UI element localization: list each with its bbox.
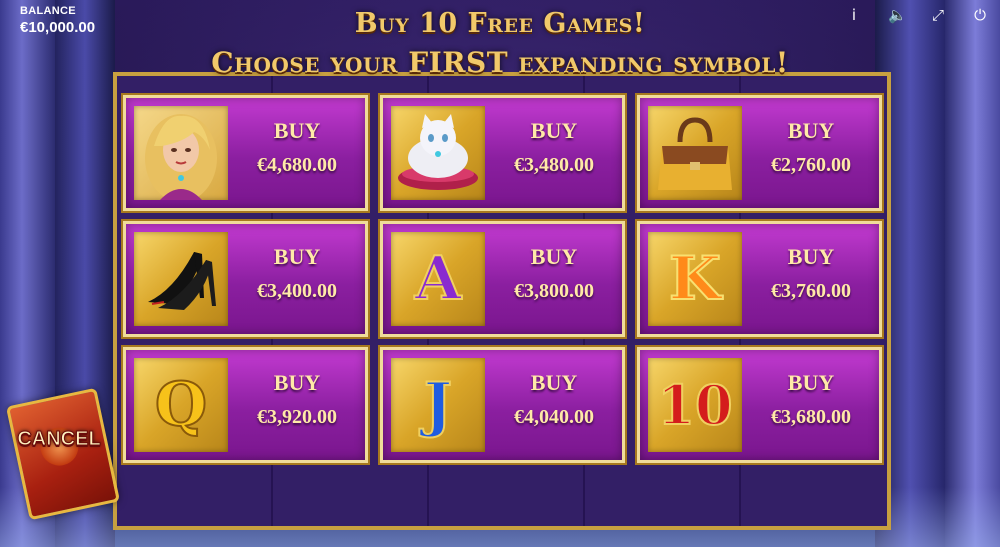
buy-tile-king[interactable]: K BUY €3,760.00 [637, 221, 882, 337]
price-value: €4,680.00 [257, 154, 337, 176]
price-value: €3,760.00 [771, 280, 851, 302]
price-value: €3,400.00 [257, 280, 337, 302]
buy-label: BUY [273, 244, 321, 269]
buy-label: BUY [273, 118, 321, 143]
price-value: €3,680.00 [771, 406, 851, 428]
ace-letter: A [414, 244, 463, 314]
buy-label: BUY [273, 370, 321, 395]
right-pillar [945, 0, 1000, 547]
buy-label: BUY [787, 370, 835, 395]
buy-tile-queen[interactable]: Q BUY €3,920.00 [123, 347, 368, 463]
jack-letter: J [423, 370, 453, 440]
cat-symbol [391, 106, 485, 200]
title-line-2: Choose your FIRST expanding symbol! [211, 46, 789, 79]
symbol-grid: BUY €4,680.00 BUY €3,480.00 BUY €2,760.0… [123, 95, 883, 463]
king-letter: K [668, 244, 722, 314]
buy-label: BUY [787, 244, 835, 269]
cancel-label: CANCEL [17, 428, 101, 451]
price-value: €3,800.00 [514, 280, 594, 302]
buy-label: BUY [530, 244, 578, 269]
price-value: €2,760.00 [771, 154, 851, 176]
handbag-icon [658, 117, 732, 190]
buy-tile-cat[interactable]: BUY €3,480.00 [380, 95, 625, 211]
buy-tile-shoes[interactable]: BUY €3,400.00 [123, 221, 368, 337]
lady-symbol [134, 106, 228, 200]
buy-label: BUY [787, 118, 835, 143]
jack-symbol: J [391, 358, 485, 452]
cancel-button[interactable]: CANCEL [5, 387, 121, 521]
cat-icon [398, 114, 478, 190]
lady-icon [145, 114, 217, 200]
buy-label: BUY [530, 370, 578, 395]
price-value: €3,480.00 [514, 154, 594, 176]
buy-tile-handbag[interactable]: BUY €2,760.00 [637, 95, 882, 211]
ace-symbol: A [391, 232, 485, 326]
queen-letter: Q [154, 370, 208, 440]
ten-number: 10 [656, 373, 733, 437]
handbag-symbol [648, 106, 742, 200]
title-line-1: Buy 10 Free Games! [354, 8, 646, 39]
ten-symbol: 10 [648, 358, 742, 452]
price-value: €4,040.00 [514, 406, 594, 428]
cancel-book-icon [5, 387, 121, 521]
buy-tile-jack[interactable]: J BUY €4,040.00 [380, 347, 625, 463]
buy-label: BUY [530, 118, 578, 143]
price-value: €3,920.00 [257, 406, 337, 428]
king-symbol: K [648, 232, 742, 326]
shoes-symbol [134, 232, 228, 326]
queen-symbol: Q [134, 358, 228, 452]
buy-tile-lady[interactable]: BUY €4,680.00 [123, 95, 368, 211]
buy-tile-ace[interactable]: A BUY €3,800.00 [380, 221, 625, 337]
shoes-icon [148, 252, 216, 310]
buy-tile-ten[interactable]: 10 BUY €3,680.00 [637, 347, 882, 463]
